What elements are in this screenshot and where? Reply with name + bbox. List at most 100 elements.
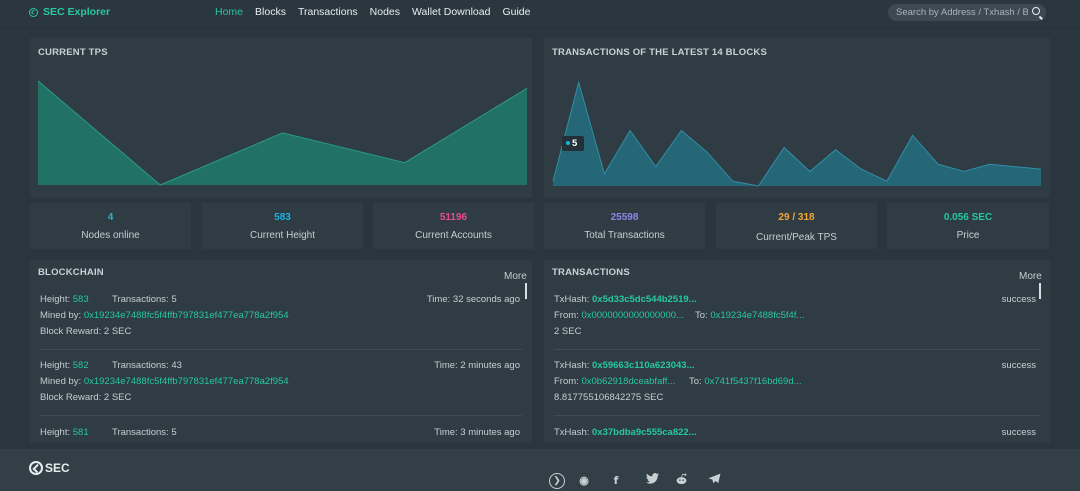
search-icon[interactable] — [1032, 7, 1040, 15]
search-input[interactable] — [896, 7, 1028, 18]
tx-hash[interactable]: 0x37bdba9c555ca822... — [592, 427, 697, 438]
transactions-panel: TRANSACTIONS TxHash: 0x5d33c5dc544b2519.… — [544, 260, 1050, 443]
tx-chart-point[interactable] — [654, 165, 657, 168]
nav-guide[interactable]: Guide — [502, 6, 530, 18]
stat-current-peak-tps: 29 / 318 Current/Peak TPS — [716, 203, 877, 249]
tx-chart-point[interactable] — [577, 81, 580, 84]
transactions-more-link[interactable]: More — [1019, 271, 1042, 282]
transaction-row[interactable]: TxHash: 0x59663c110a623043... success Fr… — [554, 358, 1036, 410]
transactions-title: TRANSACTIONS — [552, 267, 630, 278]
block-tx-count: 43 — [171, 360, 182, 371]
block-height[interactable]: 582 — [73, 360, 89, 371]
tx-chart-point[interactable] — [757, 185, 760, 188]
stat-price: 0.056 SEC Price — [887, 203, 1049, 249]
stat-label: Price — [956, 230, 980, 241]
stat-value: 0.056 SEC — [943, 212, 993, 223]
twitter-icon[interactable] — [644, 473, 660, 489]
nav-home[interactable]: Home — [215, 6, 243, 18]
tx-from[interactable]: 0x0000000000000000... — [581, 310, 684, 321]
tx-status: success — [1001, 294, 1036, 305]
tps-chart-point[interactable] — [281, 131, 284, 134]
row-divider — [40, 349, 522, 350]
stat-label: Current Height — [249, 230, 316, 241]
transaction-row[interactable]: TxHash: 0x5d33c5dc544b2519... success Fr… — [554, 292, 1036, 344]
tps-chart-point[interactable] — [403, 161, 406, 164]
tx-chart-point[interactable] — [911, 134, 914, 137]
block-miner[interactable]: 0x19234e7488fc5f4ffb797831ef477ea778a2f9… — [84, 310, 289, 321]
stat-label: Total Transactions — [584, 230, 665, 241]
top-navigation-bar: SEC Explorer Home Blocks Transactions No… — [0, 0, 1080, 28]
tps-chart-point[interactable] — [159, 184, 162, 187]
telegram-icon[interactable] — [706, 473, 722, 489]
footer-logo[interactable]: SEC — [29, 461, 70, 475]
tx-chart-point[interactable] — [680, 129, 683, 132]
block-miner[interactable]: 0x19234e7488fc5f4ffb797831ef477ea778a2f9… — [84, 376, 289, 387]
twitter-glyph — [645, 473, 659, 484]
reddit-icon[interactable] — [673, 473, 689, 489]
tx-chart-point[interactable] — [552, 180, 555, 183]
block-time: 32 seconds ago — [452, 294, 520, 305]
tx-chart-point[interactable] — [731, 180, 734, 183]
blockchain-more-link[interactable]: More — [504, 271, 527, 282]
block-height[interactable]: 581 — [73, 427, 89, 438]
nav-wallet-download[interactable]: Wallet Download — [412, 6, 490, 18]
tooltip-dot-icon — [566, 141, 570, 146]
tx-chart-point[interactable] — [783, 146, 786, 149]
tx-amount: 8.817755106842275 SEC — [554, 392, 664, 403]
block-time: 2 minutes ago — [460, 360, 520, 371]
latest-blocks-transactions-panel: TRANSACTIONS OF THE LATEST 14 BLOCKS 5 — [544, 38, 1050, 198]
stat-label: Current Accounts — [415, 230, 492, 241]
brand-logo[interactable]: SEC Explorer — [29, 6, 110, 18]
tx-chart-point[interactable] — [988, 163, 991, 166]
tps-chart-point[interactable] — [526, 87, 529, 90]
sec-social-icon[interactable]: ❯ — [549, 473, 565, 489]
block-row[interactable]: Height: 581 Transactions: 5 Time: 3 minu… — [40, 425, 522, 443]
block-reward: 2 SEC — [103, 392, 132, 403]
tx-hash[interactable]: 0x59663c110a623043... — [592, 360, 695, 371]
facebook-icon[interactable]: f — [608, 473, 624, 489]
tx-chart-point[interactable] — [860, 168, 863, 171]
tx-chart-point[interactable] — [885, 180, 888, 183]
nav-nodes[interactable]: Nodes — [370, 6, 400, 18]
search-box — [888, 4, 1046, 21]
block-height[interactable]: 583 — [73, 294, 89, 305]
transaction-row[interactable]: TxHash: 0x37bdba9c555ca822... success — [554, 425, 1036, 443]
main-nav: Home Blocks Transactions Nodes Wallet Do… — [215, 6, 530, 18]
blockchain-scrollbar[interactable] — [525, 283, 527, 299]
tx-chart-point[interactable] — [937, 163, 940, 166]
tx-to[interactable]: 0x19234e7488fc5f4f... — [710, 310, 804, 321]
nav-blocks[interactable]: Blocks — [255, 6, 286, 18]
tx-from[interactable]: 0x0b62918dceabfaff... — [581, 376, 675, 387]
tx-chart-point[interactable] — [962, 170, 965, 173]
row-divider — [554, 349, 1040, 350]
tps-area-chart — [37, 79, 529, 187]
tx-chart-point[interactable] — [834, 148, 837, 151]
stat-value: 4 — [107, 212, 114, 223]
tx-chart-point[interactable] — [1040, 168, 1043, 171]
tx-to[interactable]: 0x741f5437f16bd69d... — [704, 376, 801, 387]
row-divider — [40, 415, 522, 416]
transactions-area-chart — [552, 80, 1043, 188]
tx-chart-point[interactable] — [1014, 165, 1017, 168]
tx-amount: 2 SEC — [554, 326, 582, 337]
block-tx-count: 5 — [171, 427, 177, 438]
tx-chart-point[interactable] — [603, 172, 606, 175]
tx-chart-point[interactable] — [706, 151, 709, 154]
tps-chart-point[interactable] — [37, 79, 40, 82]
block-time: 3 minutes ago — [460, 427, 520, 438]
tx-chart-point[interactable] — [808, 170, 811, 173]
footer-logo-text: SEC — [45, 461, 70, 475]
stat-value: 583 — [274, 212, 291, 223]
weibo-icon[interactable]: ◉ — [576, 473, 592, 489]
blockchain-title: BLOCKCHAIN — [38, 267, 104, 278]
tx-chart-point[interactable] — [629, 129, 632, 132]
nav-transactions[interactable]: Transactions — [298, 6, 358, 18]
stat-label: Current/Peak TPS — [756, 232, 837, 243]
blockchain-panel: BLOCKCHAIN Height: 583 Transactions: 5 T… — [30, 260, 532, 443]
tx-hash[interactable]: 0x5d33c5dc544b2519... — [592, 294, 697, 305]
transactions-scrollbar[interactable] — [1039, 283, 1041, 299]
block-row[interactable]: Height: 583 Transactions: 5 Time: 32 sec… — [40, 292, 522, 344]
stat-value: 25598 — [610, 212, 639, 223]
block-row[interactable]: Height: 582 Transactions: 43 Time: 2 min… — [40, 358, 522, 410]
stat-value: 29 / 318 — [778, 212, 815, 223]
